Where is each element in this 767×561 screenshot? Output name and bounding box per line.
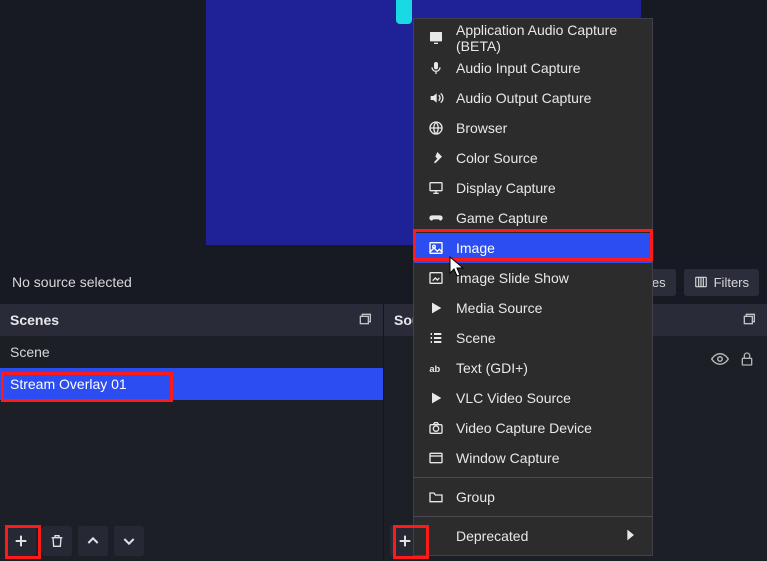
menu-item-color-source[interactable]: Color Source [414, 143, 652, 173]
menu-item-label: Scene [456, 330, 496, 346]
menu-separator [414, 477, 652, 478]
move-scene-down-button[interactable] [114, 526, 144, 556]
menu-item-display-capture[interactable]: Display Capture [414, 173, 652, 203]
scenes-list: Scene Stream Overlay 01 [0, 336, 383, 521]
menu-item-video-capture[interactable]: Video Capture Device [414, 413, 652, 443]
menu-item-label: VLC Video Source [456, 390, 571, 406]
filters-button[interactable]: Filters [684, 269, 759, 296]
trash-icon [49, 533, 65, 549]
plus-icon [13, 533, 29, 549]
scene-item-scene[interactable]: Scene [0, 336, 383, 368]
play-icon [428, 300, 444, 316]
gamepad-icon [428, 210, 444, 226]
app-audio-icon [428, 30, 444, 46]
menu-item-image-slideshow[interactable]: Image Slide Show [414, 263, 652, 293]
menu-item-label: Text (GDI+) [456, 360, 528, 376]
chevron-up-icon [85, 533, 101, 549]
slideshow-icon [428, 270, 444, 286]
scene-item-label: Scene [10, 344, 50, 360]
scene-item-stream-overlay-01[interactable]: Stream Overlay 01 [0, 368, 383, 400]
scenes-header: Scenes [0, 304, 383, 336]
speaker-icon [428, 90, 444, 106]
menu-item-audio-output[interactable]: Audio Output Capture [414, 83, 652, 113]
menu-item-group[interactable]: Group [414, 482, 652, 512]
status-text: No source selected [8, 274, 132, 290]
menu-item-label: Window Capture [456, 450, 560, 466]
image-icon [428, 240, 444, 256]
menu-item-label: Media Source [456, 300, 542, 316]
menu-item-scene[interactable]: Scene [414, 323, 652, 353]
undock-icon[interactable] [741, 311, 757, 330]
menu-item-label: Video Capture Device [456, 420, 592, 436]
add-source-context-menu: Application Audio Capture (BETA) Audio I… [413, 18, 653, 556]
remove-scene-button[interactable] [42, 526, 72, 556]
menu-item-label: Game Capture [456, 210, 548, 226]
menu-item-label: Browser [456, 120, 507, 136]
filters-button-label: Filters [714, 275, 749, 290]
plus-icon [397, 533, 413, 549]
list-icon [428, 330, 444, 346]
camera-icon [428, 420, 444, 436]
menu-item-window-capture[interactable]: Window Capture [414, 443, 652, 473]
menu-item-label: Application Audio Capture (BETA) [456, 22, 638, 54]
menu-separator [414, 516, 652, 517]
menu-item-image[interactable]: Image [414, 233, 652, 263]
scene-item-label: Stream Overlay 01 [10, 376, 127, 392]
monitor-icon [428, 180, 444, 196]
filters-icon [694, 275, 708, 289]
menu-item-app-audio[interactable]: Application Audio Capture (BETA) [414, 23, 652, 53]
chevron-down-icon [121, 533, 137, 549]
scenes-footer [0, 521, 383, 561]
folder-icon [428, 489, 444, 505]
menu-item-label: Audio Output Capture [456, 90, 591, 106]
add-scene-button[interactable] [6, 526, 36, 556]
eye-icon[interactable] [711, 350, 729, 371]
play-icon [428, 390, 444, 406]
menu-item-label: Image Slide Show [456, 270, 569, 286]
menu-item-label: Color Source [456, 150, 538, 166]
undock-icon[interactable] [357, 311, 373, 330]
text-icon: ab [428, 360, 444, 376]
preview-art [396, 0, 412, 24]
menu-item-label: Display Capture [456, 180, 556, 196]
menu-item-audio-input[interactable]: Audio Input Capture [414, 53, 652, 83]
scenes-title: Scenes [10, 312, 59, 328]
scenes-panel: Scenes Scene Stream Overlay 01 [0, 304, 384, 561]
brush-icon [428, 150, 444, 166]
menu-item-game-capture[interactable]: Game Capture [414, 203, 652, 233]
menu-item-label: Deprecated [456, 528, 528, 544]
lock-icon[interactable] [739, 351, 755, 370]
globe-icon [428, 120, 444, 136]
menu-item-vlc[interactable]: VLC Video Source [414, 383, 652, 413]
menu-item-text-gdi[interactable]: ab Text (GDI+) [414, 353, 652, 383]
menu-item-browser[interactable]: Browser [414, 113, 652, 143]
menu-item-media-source[interactable]: Media Source [414, 293, 652, 323]
menu-item-label: Audio Input Capture [456, 60, 581, 76]
menu-item-deprecated[interactable]: Deprecated [414, 521, 652, 551]
window-icon [428, 450, 444, 466]
move-scene-up-button[interactable] [78, 526, 108, 556]
menu-item-label: Group [456, 489, 495, 505]
svg-text:ab: ab [429, 364, 440, 374]
menu-item-label: Image [456, 240, 495, 256]
chevron-right-icon [622, 527, 638, 546]
mic-icon [428, 60, 444, 76]
